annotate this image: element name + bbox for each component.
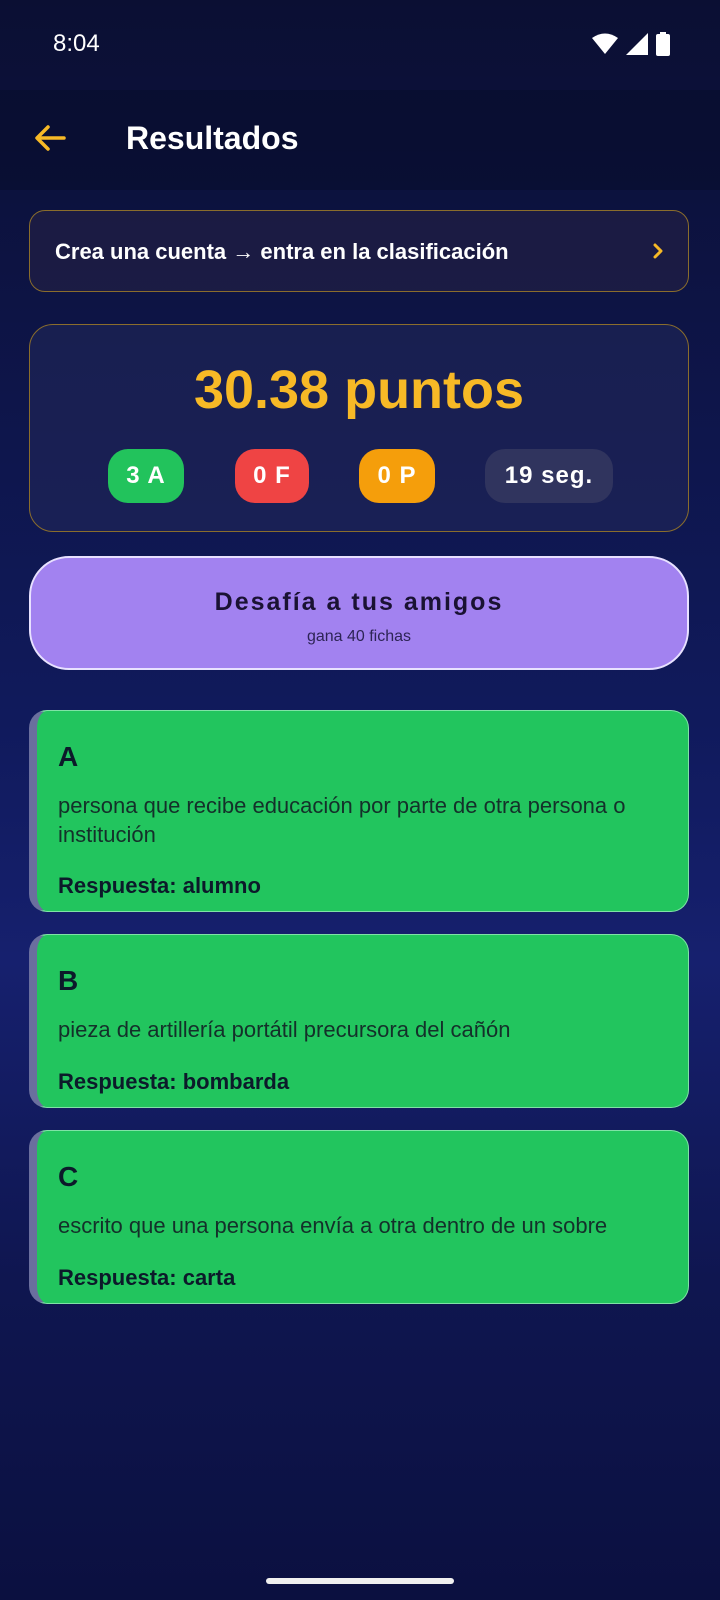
page-title: Resultados (126, 120, 299, 156)
answer-letter: B (58, 965, 79, 996)
pass-count-badge: 0 P (359, 449, 435, 503)
app-bar: Resultados (0, 90, 720, 190)
challenge-title: Desafía a tus amigos (214, 588, 504, 616)
battery-icon (656, 32, 670, 56)
status-time: 8:04 (53, 30, 100, 57)
back-button[interactable] (28, 116, 72, 160)
correct-count-badge: 3 A (108, 449, 184, 503)
answer-card-c: C escrito que una persona envía a otra d… (29, 1130, 689, 1304)
home-indicator[interactable] (266, 1578, 454, 1584)
signup-banner-text: Crea una cuenta → entra en la clasificac… (55, 239, 509, 264)
signup-banner[interactable]: Crea una cuenta → entra en la clasificac… (29, 210, 689, 292)
answer-solution: Respuesta: carta (58, 1265, 236, 1290)
challenge-friends-button[interactable]: Desafía a tus amigos gana 40 fichas (29, 556, 689, 670)
answer-definition: persona que recibe educación por parte d… (58, 793, 626, 847)
challenge-subtitle: gana 40 fichas (306, 628, 412, 645)
arrow-left-icon (35, 125, 66, 151)
score-points: 30.38 puntos (193, 360, 525, 420)
answer-definition: pieza de artillería portátil precursora … (58, 1017, 511, 1042)
answer-card-a: A persona que recibe educación por parte… (29, 710, 689, 912)
time-badge: 19 seg. (485, 449, 613, 503)
wifi-icon (592, 33, 618, 54)
status-bar: 8:04 (0, 0, 720, 90)
wrong-count-badge: 0 F (235, 449, 309, 503)
answer-letter: C (58, 1161, 79, 1192)
chevron-right-icon (653, 243, 663, 259)
answer-definition: escrito que una persona envía a otra den… (58, 1213, 608, 1238)
answer-solution: Respuesta: bombarda (58, 1069, 290, 1094)
signal-icon (626, 33, 648, 55)
answer-solution: Respuesta: alumno (58, 873, 261, 898)
answer-letter: A (58, 741, 79, 772)
score-card: 30.38 puntos 3 A 0 F 0 P 19 seg. (29, 324, 689, 532)
answer-card-b: B pieza de artillería portátil precursor… (29, 934, 689, 1108)
status-icons (592, 32, 670, 56)
